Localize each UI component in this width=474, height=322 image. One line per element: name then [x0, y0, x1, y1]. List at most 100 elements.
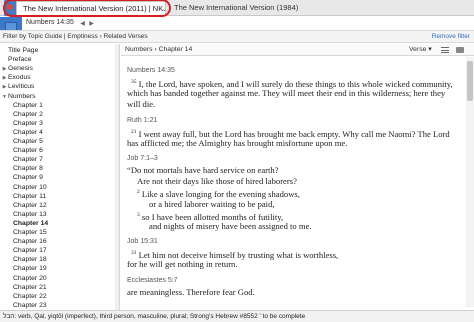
sidebar-item-label: Numbers: [8, 92, 36, 100]
sidebar-item[interactable]: Chapter 10: [13, 183, 47, 192]
content-scrollbar[interactable]: [466, 57, 474, 307]
filter-bar: Filter by Topic Guide | Emptiness › Rela…: [0, 30, 474, 43]
sidebar-item-label: Chapter 7: [13, 156, 43, 164]
verse-number: 21: [131, 128, 137, 135]
tab-active[interactable]: The New International Version (2011) | N…: [16, 1, 166, 15]
sidebar-item[interactable]: Chapter 1: [13, 101, 43, 110]
sidebar-item-label: Chapter 18: [13, 256, 47, 264]
sidebar-item-label: Leviticus: [8, 83, 35, 91]
sidebar-item-label: Chapter 19: [13, 265, 47, 273]
sidebar-item-label: Chapter 8: [13, 165, 43, 173]
verse-line: and nights of misery have been assigned …: [149, 221, 312, 232]
sidebar-item-label: Genesis: [8, 65, 33, 73]
remove-filter-link[interactable]: Remove filter: [432, 31, 470, 43]
sidebar-item-label: Chapter 10: [13, 183, 47, 191]
forward-icon[interactable]: ▶: [87, 20, 96, 28]
menu-lines-icon[interactable]: [441, 47, 449, 53]
verse-text: for he will get nothing in return.: [127, 259, 238, 270]
verse-number: 3: [137, 211, 140, 218]
status-bar: הבל: verb, Qal, yiqtōl (imperfect), thir…: [0, 310, 474, 322]
sidebar-item-label: Chapter 9: [13, 174, 43, 182]
sidebar-item[interactable]: Chapter 21: [13, 283, 47, 292]
verse-text: are meaningless. Therefore fear God.: [127, 286, 255, 297]
sidebar-scrollbar[interactable]: [115, 44, 119, 314]
passage-content: Numbers 14:35 35 I, the Lord, have spoken…: [121, 57, 466, 307]
sidebar-item-label: Chapter 12: [13, 201, 47, 209]
sidebar-item[interactable]: Chapter 12: [13, 201, 47, 210]
sidebar-item[interactable]: Chapter 15: [13, 228, 47, 237]
verse-line: Are not their days like those of hired l…: [137, 176, 297, 187]
sidebar-item-label: Chapter 11: [13, 192, 47, 200]
passage-reference[interactable]: Ecclesiastes 5:7: [127, 277, 178, 284]
sidebar-item-label: Chapter 23: [13, 301, 47, 309]
sidebar-item[interactable]: Chapter 18: [13, 255, 47, 264]
verse-text: Are not their days like those of hired l…: [137, 176, 297, 187]
passage-reference[interactable]: Numbers 14:35: [127, 67, 175, 74]
sidebar-item[interactable]: ▼Numbers: [1, 92, 36, 101]
sidebar-item[interactable]: Chapter 22: [13, 292, 47, 301]
verse-text: and nights of misery have been assigned …: [149, 221, 312, 231]
verse-number: 31: [131, 250, 137, 257]
sidebar-item[interactable]: Title Page: [8, 46, 38, 55]
expand-arrow-icon[interactable]: ▼: [1, 93, 8, 102]
sidebar-item[interactable]: Chapter 17: [13, 246, 47, 255]
scrollbar-thumb[interactable]: [467, 61, 473, 101]
verse-line: “Do not mortals have hard service on ear…: [127, 165, 279, 176]
sidebar-item[interactable]: Chapter 13: [13, 210, 47, 219]
sidebar-item-label: Chapter 17: [13, 247, 47, 255]
sidebar-item-label: Chapter 1: [13, 101, 43, 109]
tab-inactive[interactable]: The New International Version (1984): [170, 1, 310, 15]
sidebar-item[interactable]: Chapter 20: [13, 274, 47, 283]
verse-number: 35: [131, 79, 137, 85]
sidebar-item-label: Chapter 21: [13, 283, 47, 291]
sidebar-item[interactable]: Chapter 6: [13, 146, 43, 155]
sidebar-item[interactable]: Chapter 5: [13, 137, 43, 146]
verse-number: 2: [137, 189, 140, 196]
breadcrumb[interactable]: Numbers › Chapter 14: [125, 44, 192, 56]
sidebar-item-label: Title Page: [8, 47, 39, 54]
verse-dropdown[interactable]: Verse ▾: [409, 44, 432, 56]
sidebar-item[interactable]: Chapter 3: [13, 119, 43, 128]
sidebar-item[interactable]: Chapter 4: [13, 128, 43, 137]
sidebar-item[interactable]: Chapter 14: [13, 219, 48, 228]
verse-text: will die.: [127, 99, 156, 110]
sidebar-item-label: Preface: [8, 56, 32, 64]
sidebar-item[interactable]: ▶ Leviticus: [1, 82, 35, 91]
sidebar-item-label: Exodus: [8, 74, 31, 82]
verse-line: for he will get nothing in return.: [127, 259, 238, 270]
sidebar-item-label: Chapter 3: [13, 119, 43, 127]
verse-text: or a hired laborer waiting to be paid,: [149, 198, 275, 209]
back-icon[interactable]: ◀: [78, 20, 87, 28]
print-icon[interactable]: [456, 47, 464, 53]
filter-text: Filter by Topic Guide | Emptiness › Rela…: [3, 33, 148, 40]
sidebar-item[interactable]: Chapter 16: [13, 237, 47, 246]
sidebar-item-label: Chapter 4: [13, 128, 43, 136]
passage-reference[interactable]: Ruth 1:21: [127, 117, 157, 124]
sidebar-item-label: Chapter 15: [13, 229, 47, 236]
passage-reference[interactable]: Job 15:31: [127, 238, 158, 245]
verse-line: which has banded together against me. Th…: [127, 88, 445, 99]
sidebar-item[interactable]: Chapter 19: [13, 264, 47, 273]
verse-text: has afflicted me; the Almighty has broug…: [127, 137, 348, 148]
sidebar-item[interactable]: Chapter 11: [13, 192, 46, 201]
reference-bar: Numbers 14:35 ◀ ▶: [0, 17, 474, 28]
sidebar-item[interactable]: Chapter 8: [13, 164, 43, 173]
sidebar-item-label: Chapter 22: [13, 292, 47, 300]
reference-nav: ◀ ▶: [78, 18, 96, 29]
verse-text: which has banded together against me. Th…: [127, 88, 446, 99]
passage-reference[interactable]: Job 7:1–3: [127, 155, 158, 162]
sidebar-item[interactable]: Chapter 2: [13, 110, 43, 119]
sidebar-item[interactable]: Chapter 7: [13, 155, 43, 164]
reference-label[interactable]: Numbers 14:35: [26, 17, 74, 28]
sidebar-item[interactable]: Chapter 23: [13, 301, 47, 310]
sidebar-item[interactable]: ▶ Exodus: [1, 73, 31, 82]
tab-bar: The New International Version (2011) | N…: [0, 0, 474, 17]
sidebar-item[interactable]: ▶ Genesis: [1, 64, 33, 73]
sidebar-item-label: Chapter 5: [13, 138, 43, 145]
sidebar-item-label: Chapter 20: [13, 274, 47, 282]
sidebar-item[interactable]: Chapter 9: [13, 173, 43, 182]
sidebar-item[interactable]: Preface: [8, 55, 31, 64]
verse-line: will die.: [127, 99, 155, 110]
sidebar-item-label: Chapter 14: [13, 219, 49, 227]
record-dot-icon: [7, 4, 13, 10]
